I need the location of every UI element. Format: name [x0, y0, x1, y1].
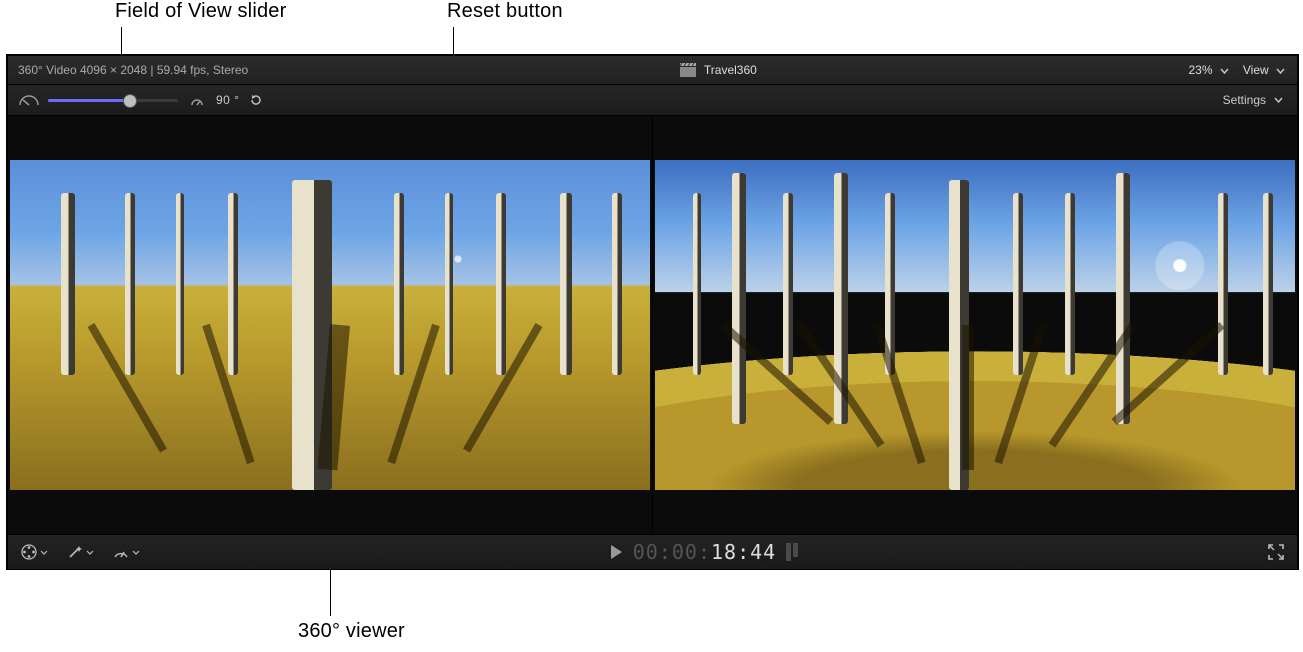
annotation-fov-slider: Field of View slider [115, 0, 286, 23]
settings-menu[interactable]: Settings [1223, 93, 1297, 107]
reset-icon [248, 92, 264, 108]
timecode-display[interactable]: 00:00:18:44 [633, 540, 776, 564]
viewer-equirectangular[interactable] [653, 116, 1297, 534]
audio-meter [786, 543, 798, 561]
zoom-value: 23% [1188, 63, 1212, 77]
fullscreen-button[interactable] [1267, 543, 1285, 561]
reset-button[interactable] [247, 91, 265, 109]
viewer-360[interactable] [8, 116, 653, 534]
fov-slider[interactable] [48, 93, 178, 107]
clapperboard-icon [680, 63, 696, 77]
fov-value[interactable]: 90 ° [216, 93, 239, 107]
enhance-wand-icon [66, 543, 84, 561]
retime-menu[interactable] [112, 543, 140, 561]
settings-label: Settings [1223, 93, 1266, 107]
viewer-window: 360° Video 4096 × 2048 | 59.94 fps, Ster… [7, 55, 1298, 569]
chevron-down-icon [132, 550, 140, 555]
retime-gauge-icon [112, 543, 130, 561]
fov-narrow-icon [186, 93, 208, 107]
play-icon [609, 544, 623, 560]
color-reel-menu[interactable] [20, 543, 48, 561]
view-menu[interactable]: View [1243, 63, 1285, 77]
slider-knob[interactable] [123, 94, 137, 108]
zoom-menu[interactable]: 23% [1188, 63, 1228, 77]
chevron-down-icon [40, 550, 48, 555]
chevron-down-icon [1276, 68, 1285, 74]
video-frame-overlay [655, 160, 1295, 490]
enhance-menu[interactable] [66, 543, 94, 561]
clip-name: Travel360 [704, 63, 757, 77]
annotation-360-viewer: 360° viewer [298, 620, 405, 643]
title-bar: 360° Video 4096 × 2048 | 59.94 fps, Ster… [8, 56, 1297, 85]
chevron-down-icon [1274, 97, 1283, 103]
annotation-reset: Reset button [447, 0, 563, 23]
color-reel-icon [20, 543, 38, 561]
play-button[interactable] [609, 544, 623, 560]
fov-wide-icon [18, 93, 40, 107]
fov-toolstrip: 90 ° Settings [8, 85, 1297, 116]
video-frame-overlay [10, 160, 650, 490]
timecode-dim: 00:00: [633, 540, 711, 564]
clip-info-text: 360° Video 4096 × 2048 | 59.94 fps, Ster… [8, 63, 248, 77]
chevron-down-icon [86, 550, 94, 555]
transport-bar: 00:00:18:44 [8, 534, 1297, 569]
view-label: View [1243, 63, 1269, 77]
slider-fill [48, 99, 129, 102]
timecode-lit: 18:44 [711, 540, 776, 564]
chevron-down-icon [1220, 68, 1229, 74]
fullscreen-icon [1267, 543, 1285, 561]
viewer-area [8, 116, 1297, 534]
